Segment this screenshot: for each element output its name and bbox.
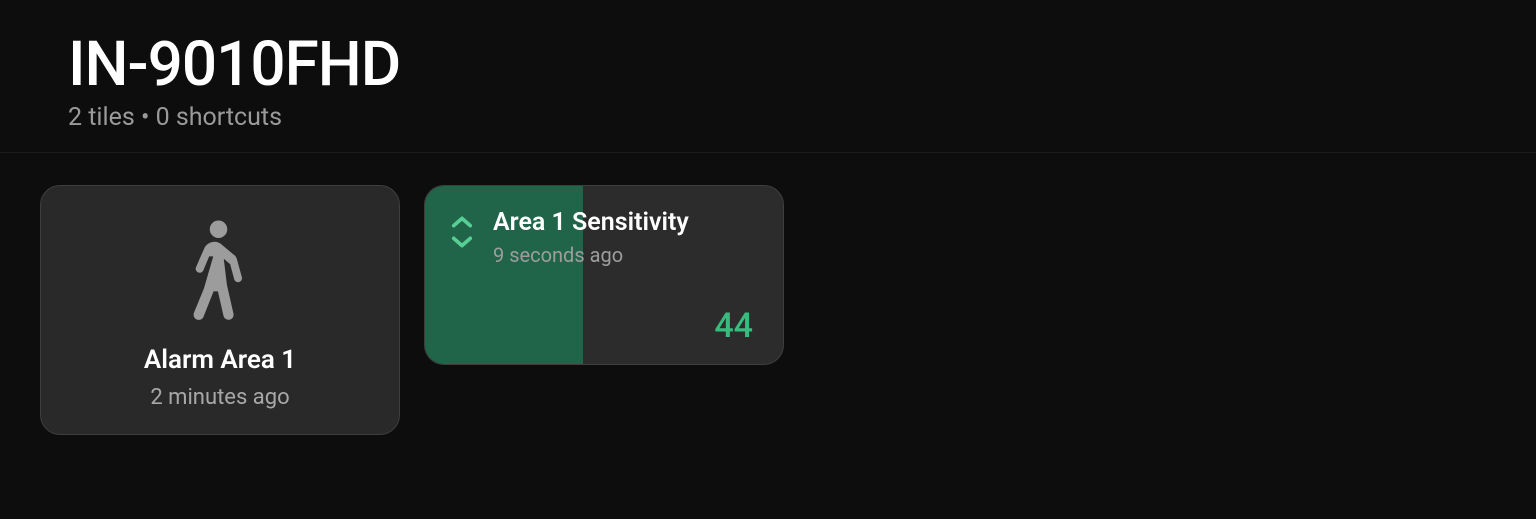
page-subtitle: 2 tiles • 0 shortcuts [68,103,1468,132]
tile-sensitivity[interactable]: Area 1 Sensitivity 9 seconds ago 44 [424,185,784,365]
tile-timestamp: 9 seconds ago [493,243,753,267]
sensitivity-value: 44 [714,306,753,346]
tile-timestamp: 2 minutes ago [150,385,289,410]
chevron-down-icon[interactable] [449,232,475,252]
page-title: IN-9010FHD [68,28,1468,101]
tiles-container: Alarm Area 1 2 minutes ago Area 1 Sensit… [0,153,1536,467]
chevron-up-icon[interactable] [449,212,475,232]
tile-label: Area 1 Sensitivity [493,208,753,237]
stepper [449,208,475,346]
sensitivity-text: Area 1 Sensitivity 9 seconds ago [475,208,753,346]
page-header: IN-9010FHD 2 tiles • 0 shortcuts [0,0,1536,153]
tile-alarm-area[interactable]: Alarm Area 1 2 minutes ago [40,185,400,435]
tile-label: Alarm Area 1 [144,345,296,375]
pedestrian-icon [180,217,260,327]
